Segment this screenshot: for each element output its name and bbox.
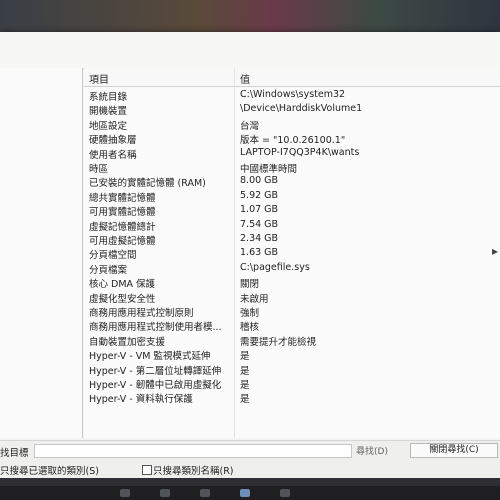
taskbar-app-icon[interactable] <box>120 489 130 497</box>
row-value: 台灣 <box>240 120 260 132</box>
table-row[interactable]: Hyper-V - 第二層位址轉譯延伸 是 <box>84 363 500 377</box>
row-item: 可用虛擬記憶體 <box>89 236 156 247</box>
row-value: 8.00 GB <box>240 175 279 187</box>
row-value: 1.63 GB <box>240 247 279 259</box>
row-item: 地區設定 <box>89 120 128 132</box>
row-item: 開機裝置 <box>89 106 128 118</box>
category-tree-pane[interactable] <box>0 68 83 438</box>
row-item: 商務用應用程式控制原則 <box>89 308 194 319</box>
row-value: LAPTOP-I7QQ3P4K\wants <box>240 146 360 158</box>
row-item: 分頁檔空間 <box>89 250 137 262</box>
taskbar-app-icon[interactable] <box>160 489 170 497</box>
row-value: 版本 = "10.0.26100.1" <box>240 135 346 147</box>
window-top-area <box>0 32 500 69</box>
table-row[interactable]: 總共實體記憶體 5.92 GB <box>84 189 500 204</box>
row-value: 需要提升才能檢視 <box>240 336 317 348</box>
mouse-cursor-icon: ▸ <box>492 244 499 258</box>
table-row[interactable]: Hyper-V - 資料執行保護 是 <box>84 391 500 406</box>
row-value: 未啟用 <box>240 293 269 305</box>
row-item: 硬體抽象層 <box>89 135 137 147</box>
row-value: 強制 <box>240 308 260 319</box>
taskbar <box>0 486 500 500</box>
table-row[interactable]: 分頁檔案 C:\pagefile.sys <box>84 261 500 276</box>
row-item: 核心 DMA 保護 <box>89 279 156 291</box>
row-item: 總共實體記憶體 <box>89 192 156 204</box>
table-row[interactable]: 已安裝的實體記憶體 (RAM) 8.00 GB <box>84 175 500 190</box>
row-item: Hyper-V - 資料執行保護 <box>89 394 193 406</box>
search-names-label: 只搜尋類別名稱(R) <box>153 466 234 477</box>
row-value: 是 <box>240 365 250 377</box>
row-value: 1.07 GB <box>240 204 279 216</box>
find-input[interactable] <box>34 444 352 458</box>
table-row[interactable]: Hyper-V - VM 監視模式延伸 是 <box>84 348 500 363</box>
details-list: 項目 值 系統目錄 C:\Windows\system32 開機裝置 \Device\… <box>84 68 500 438</box>
table-row[interactable]: 時區 中國標準時間 <box>84 161 500 175</box>
table-row[interactable]: 開機裝置 \Device\HarddiskVolume1 <box>84 103 500 118</box>
taskbar-app-icon[interactable] <box>240 489 250 497</box>
row-item: 商務用應用程式控制使用者模... <box>89 322 222 334</box>
value-column-header[interactable]: 值 <box>240 71 250 86</box>
system-information-window: 項目 值 系統目錄 C:\Windows\system32 開機裝置 \Device\… <box>0 32 500 478</box>
row-item: 系統目錄 <box>89 92 128 103</box>
item-column-header[interactable]: 項目 <box>89 71 109 86</box>
row-value: 2.34 GB <box>240 233 279 244</box>
row-value: 是 <box>240 380 250 391</box>
row-item: 虛擬化型安全性 <box>89 293 156 305</box>
table-row[interactable]: 核心 DMA 保護 關閉 <box>84 276 500 291</box>
row-item: 分頁檔案 <box>89 264 128 276</box>
table-row[interactable]: 虛擬記憶體總計 7.54 GB <box>84 218 500 233</box>
table-row[interactable]: 系統目錄 C:\Windows\system32 <box>84 89 500 103</box>
list-header: 項目 值 <box>84 68 500 87</box>
table-row[interactable]: 可用實體記憶體 1.07 GB <box>84 204 500 219</box>
row-item: 自動裝置加密支援 <box>89 336 166 348</box>
find-bar: 找目標 尋找(D) 關閉尋找(C) <box>0 440 500 461</box>
row-item: 使用者名稱 <box>89 149 137 161</box>
row-item: 虛擬記憶體總計 <box>89 221 156 233</box>
search-selected-category-option[interactable]: 只搜尋已選取的類別(S) <box>0 463 99 477</box>
table-row[interactable]: 可用虛擬記憶體 2.34 GB <box>84 233 500 247</box>
table-row[interactable]: 自動裝置加密支援 需要提升才能檢視 <box>84 334 500 348</box>
row-value: 5.92 GB <box>240 189 279 201</box>
row-value: 7.54 GB <box>240 218 279 230</box>
row-value: 中國標準時間 <box>240 164 298 175</box>
find-label: 找目標 <box>0 448 29 459</box>
row-value: \Device\HarddiskVolume1 <box>240 103 363 115</box>
find-button[interactable]: 尋找(D) <box>356 444 388 457</box>
row-item: Hyper-V - 第二層位址轉譯延伸 <box>89 365 222 377</box>
row-value: 是 <box>240 351 250 363</box>
table-row[interactable]: 虛擬化型安全性 未啟用 <box>84 291 500 305</box>
table-row[interactable]: 商務用應用程式控制原則 強制 <box>84 305 500 319</box>
table-row[interactable]: Hyper-V - 韌體中已啟用虛擬化 是 <box>84 377 500 391</box>
table-row[interactable]: 商務用應用程式控制使用者模... 稽核 <box>84 319 500 334</box>
row-value: C:\Windows\system32 <box>240 89 346 100</box>
row-item: Hyper-V - 韌體中已啟用虛擬化 <box>89 380 222 391</box>
find-options: 只搜尋已選取的類別(S) 只搜尋類別名稱(R) <box>0 460 500 478</box>
taskbar-app-icon[interactable] <box>280 489 290 497</box>
table-row[interactable]: 使用者名稱 LAPTOP-I7QQ3P4K\wants <box>84 146 500 161</box>
row-value: 關閉 <box>240 279 260 291</box>
row-item: Hyper-V - VM 監視模式延伸 <box>89 351 211 363</box>
row-item: 時區 <box>89 164 109 175</box>
taskbar-app-icon[interactable] <box>200 489 210 497</box>
row-value: 是 <box>240 394 250 406</box>
row-item: 已安裝的實體記憶體 (RAM) <box>89 178 206 190</box>
row-value: C:\pagefile.sys <box>240 261 310 273</box>
close-find-button[interactable]: 關閉尋找(C) <box>410 443 498 458</box>
table-row[interactable]: 硬體抽象層 版本 = "10.0.26100.1" <box>84 132 500 147</box>
table-row[interactable]: 分頁檔空間 1.63 GB <box>84 247 500 262</box>
table-row[interactable]: 地區設定 台灣 <box>84 118 500 132</box>
row-value: 稽核 <box>240 322 260 334</box>
row-item: 可用實體記憶體 <box>89 207 156 219</box>
search-names-checkbox[interactable] <box>142 465 152 475</box>
